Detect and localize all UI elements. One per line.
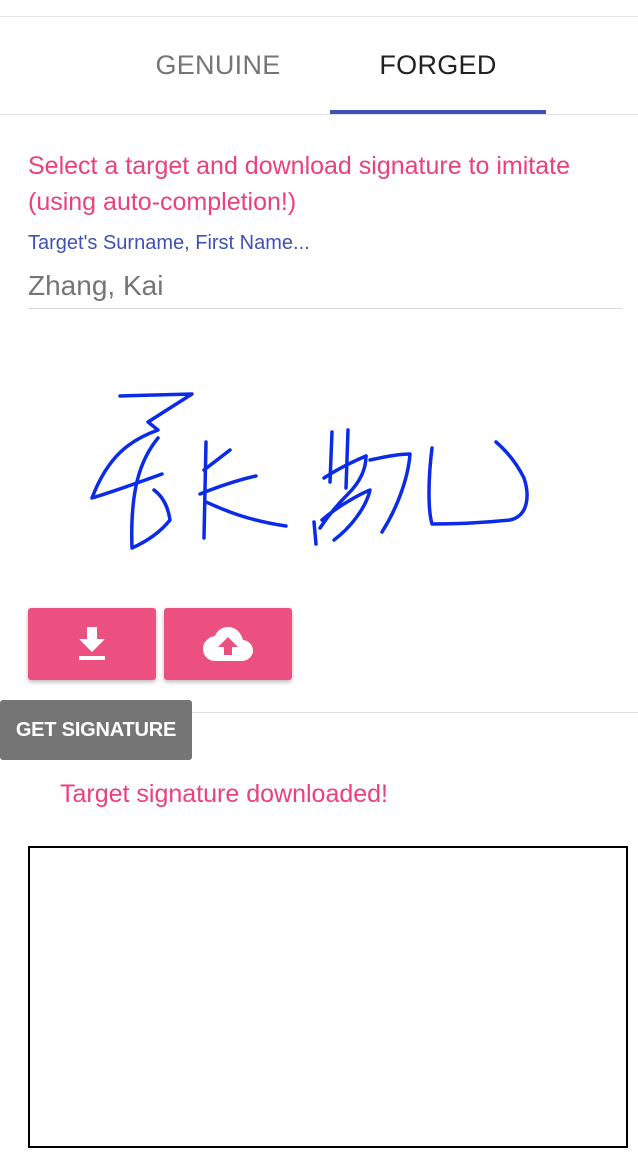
download-signature-button[interactable] bbox=[28, 608, 156, 680]
target-signature-image bbox=[90, 392, 529, 550]
get-signature-button[interactable]: GET SIGNATURE bbox=[0, 700, 192, 760]
tab-forged[interactable]: FORGED bbox=[330, 17, 546, 113]
status-message: Target signature downloaded! bbox=[60, 780, 389, 808]
target-field-label: Target's Surname, First Name... bbox=[28, 232, 310, 254]
cloud-upload-icon bbox=[203, 627, 253, 661]
tab-bar-divider bbox=[0, 114, 638, 115]
tab-bar: GENUINE FORGED bbox=[0, 17, 638, 113]
upload-signature-button[interactable] bbox=[164, 608, 292, 680]
signature-drawing-canvas[interactable] bbox=[28, 846, 628, 1148]
download-icon bbox=[79, 627, 105, 660]
target-name-input[interactable] bbox=[28, 264, 622, 309]
instruction-text: Select a target and download signature t… bbox=[28, 152, 571, 216]
tab-genuine[interactable]: GENUINE bbox=[110, 17, 326, 113]
